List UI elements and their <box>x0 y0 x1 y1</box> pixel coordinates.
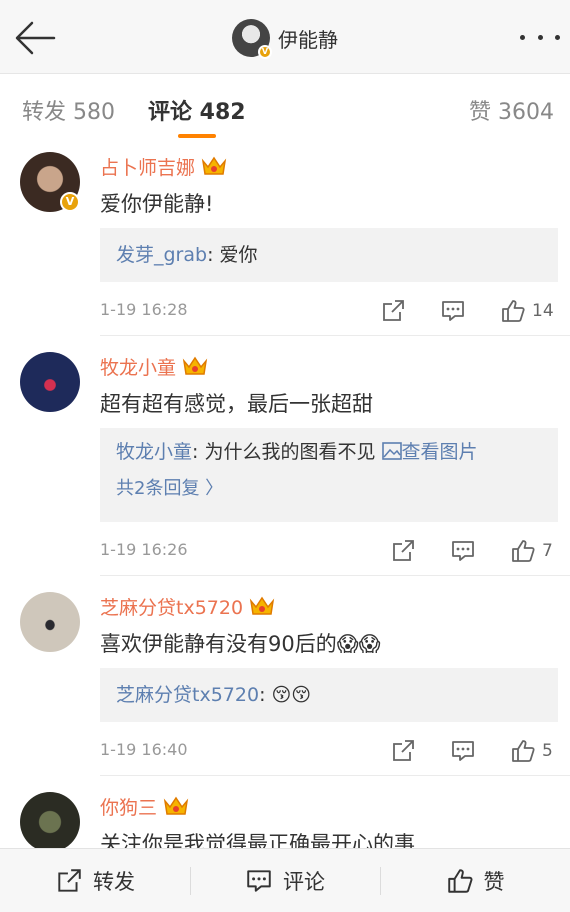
page-title: 伊能静 <box>278 27 338 52</box>
comment-time: 1-19 16:28 <box>100 300 188 319</box>
comment-list: V 占卜师吉娜 爱你伊能静! 发芽_grab: 爱你 1-19 16:28 14 <box>0 144 570 848</box>
like-count: 7 <box>542 541 553 561</box>
comment-icon[interactable] <box>450 736 476 766</box>
like-count: 14 <box>532 301 554 321</box>
like-button[interactable]: 14 <box>500 296 554 326</box>
like-button[interactable]: 赞 <box>380 849 570 912</box>
avatar[interactable]: V <box>232 19 272 59</box>
comment-icon[interactable] <box>450 536 476 566</box>
share-icon[interactable] <box>390 736 416 766</box>
repost-button[interactable]: 转发 <box>0 849 190 912</box>
header-profile[interactable]: V 伊能静 <box>0 16 570 60</box>
top-nav-bar: V 伊能静 <box>0 0 570 74</box>
more-options-icon[interactable] <box>520 22 560 52</box>
comment-label: 评论 <box>283 870 325 894</box>
like-button[interactable]: 7 <box>510 536 553 566</box>
view-image-link[interactable]: 查看图片 <box>402 441 478 463</box>
tab-likes[interactable]: 赞 3604 <box>469 94 554 126</box>
divider <box>100 575 570 576</box>
like-label: 赞 <box>483 870 505 894</box>
vip-crown-icon <box>201 156 227 175</box>
divider <box>100 775 570 776</box>
comment-text: 超有超有感觉，最后一张超甜 <box>100 392 373 416</box>
reply-text: : 爱你 <box>207 244 258 266</box>
repost-label: 转发 <box>93 870 135 894</box>
comment-text: 关注你是我觉得最正确最开心的事 <box>100 832 415 848</box>
tab-comments[interactable]: 评论 482 <box>148 94 246 126</box>
comment-text: 喜欢伊能静有没有90后的😱😱 <box>100 632 381 656</box>
comment-author[interactable]: 你狗三 <box>100 793 157 820</box>
reply-user[interactable]: 发芽_grab <box>116 244 207 266</box>
vip-crown-icon <box>249 596 275 615</box>
avatar[interactable] <box>20 792 80 848</box>
verified-badge-icon: V <box>60 192 80 212</box>
comment-author[interactable]: 占卜师吉娜 <box>100 153 195 180</box>
vip-crown-icon <box>163 796 189 815</box>
image-icon <box>381 442 402 460</box>
thumbs-up-icon <box>502 300 525 322</box>
reply-text: : 为什么我的图看不见 <box>192 441 382 463</box>
comment-author[interactable]: 牧龙小童 <box>100 353 176 380</box>
avatar[interactable] <box>20 592 80 652</box>
reply-box[interactable]: 发芽_grab: 爱你 <box>100 228 558 282</box>
thumbs-up-icon <box>512 740 535 762</box>
verified-badge-icon: V <box>258 45 272 59</box>
comment-icon <box>247 870 271 892</box>
comment-time: 1-19 16:26 <box>100 540 188 559</box>
comment-author[interactable]: 芝麻分贷tx5720 <box>100 593 243 620</box>
like-button[interactable]: 5 <box>510 736 553 766</box>
reply-text: : 😚😚 <box>259 684 312 706</box>
divider <box>100 335 570 336</box>
thumbs-up-icon <box>512 540 535 562</box>
avatar[interactable] <box>20 352 80 412</box>
thumbs-up-icon <box>447 869 472 893</box>
more-replies-link[interactable]: 共2条回复 〉 <box>116 478 223 499</box>
like-count: 5 <box>542 741 553 761</box>
reply-box[interactable]: 牧龙小童: 为什么我的图看不见 查看图片 共2条回复 〉 <box>100 428 558 522</box>
avatar[interactable]: V <box>20 152 80 212</box>
tab-repost[interactable]: 转发 580 <box>22 94 115 126</box>
reply-user[interactable]: 牧龙小童 <box>116 441 192 463</box>
vip-crown-icon <box>182 356 208 375</box>
comment-icon[interactable] <box>440 296 466 326</box>
comment-time: 1-19 16:40 <box>100 740 188 759</box>
comment-button[interactable]: 评论 <box>190 849 380 912</box>
bottom-action-bar: 转发 评论 赞 <box>0 848 570 912</box>
tab-bar: 转发 580 评论 482 赞 3604 <box>0 74 570 144</box>
active-tab-indicator <box>178 134 216 138</box>
share-icon[interactable] <box>380 296 406 326</box>
comment-text: 爱你伊能静! <box>100 192 214 216</box>
share-icon <box>58 869 81 892</box>
reply-box[interactable]: 芝麻分贷tx5720: 😚😚 <box>100 668 558 722</box>
share-icon[interactable] <box>390 536 416 566</box>
reply-user[interactable]: 芝麻分贷tx5720 <box>116 684 259 706</box>
